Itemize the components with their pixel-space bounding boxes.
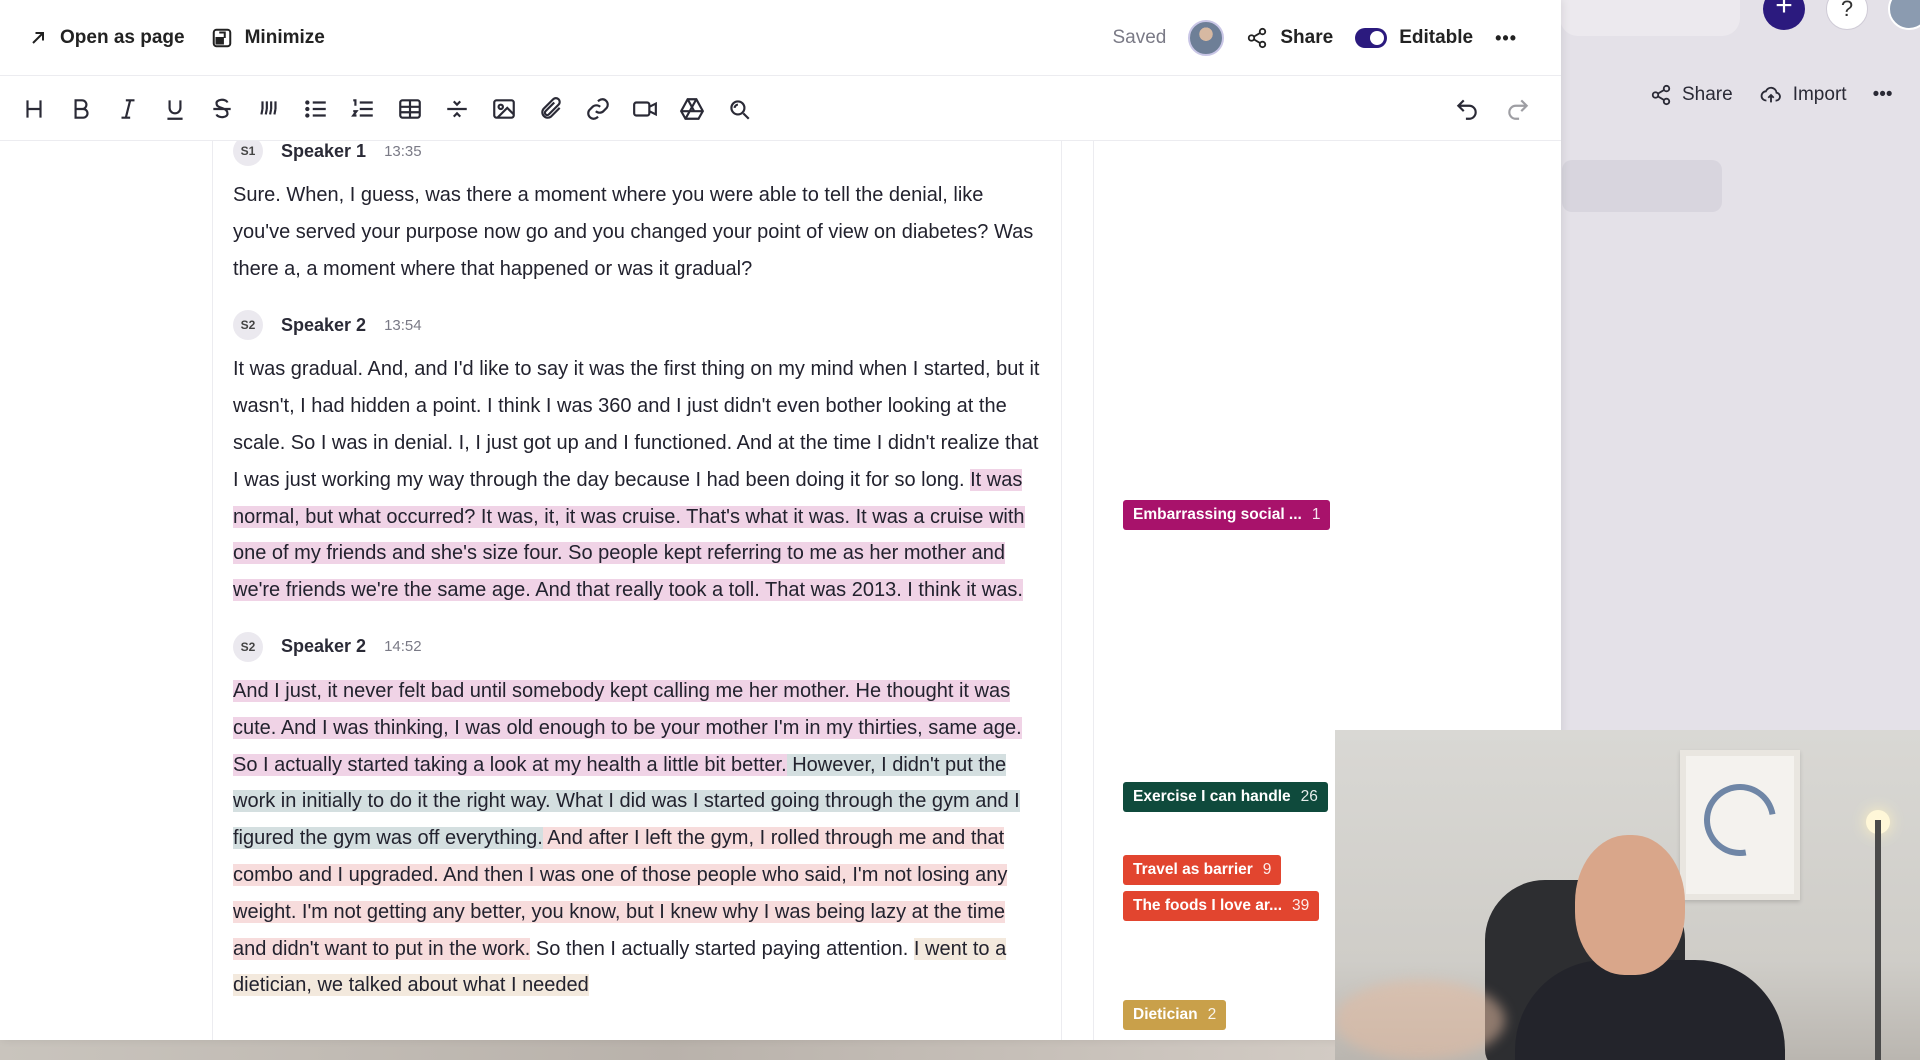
add-icon[interactable]: + — [1763, 0, 1805, 30]
background-search-bar[interactable] — [1560, 0, 1740, 36]
tag-foods-i-love[interactable]: The foods I love ar... 39 — [1123, 891, 1320, 921]
cloud-upload-icon — [1760, 86, 1781, 103]
transcript-block: S1 Speaker 1 13:35 Sure. When, I guess, … — [213, 141, 1061, 287]
help-icon[interactable]: ? — [1826, 0, 1868, 30]
tag-column-divider — [1093, 141, 1094, 1040]
tag-count: 26 — [1300, 788, 1318, 805]
user-avatar[interactable] — [1888, 0, 1920, 30]
tag-exercise[interactable]: Exercise I can handle 26 — [1123, 782, 1328, 812]
timestamp[interactable]: 13:35 — [384, 143, 422, 160]
bullet-list-icon[interactable] — [292, 89, 339, 129]
divider-icon[interactable] — [433, 89, 480, 129]
tag-count: 1 — [1311, 506, 1321, 523]
tag-count: 2 — [1207, 1006, 1217, 1023]
image-icon[interactable] — [480, 89, 527, 129]
text-segment: Sure. When, I guess, was there a moment … — [233, 184, 1034, 280]
background-more-icon[interactable]: ••• — [1873, 84, 1893, 106]
timestamp[interactable]: 14:52 — [384, 638, 422, 655]
table-icon[interactable] — [386, 89, 433, 129]
open-as-page-label: Open as page — [60, 26, 185, 48]
speaker-name[interactable]: Speaker 2 — [281, 315, 366, 336]
tag-count: 39 — [1292, 897, 1310, 914]
tag-dietician[interactable]: Dietician 2 — [1123, 1000, 1227, 1030]
transcript-block: S2 Speaker 2 13:54 It was gradual. And, … — [213, 307, 1061, 609]
speaker-face — [1575, 835, 1685, 975]
saved-status: Saved — [1112, 27, 1167, 48]
speaker-header: S2 Speaker 2 13:54 — [233, 307, 1043, 343]
share-label: Share — [1280, 27, 1334, 48]
find-replace-icon[interactable] — [715, 89, 762, 129]
minimize-label: Minimize — [244, 26, 325, 48]
speaker-name[interactable]: Speaker 1 — [281, 141, 366, 162]
background-share-button[interactable]: Share — [1650, 84, 1733, 106]
heading-icon[interactable] — [10, 89, 57, 129]
tag-label: Embarrassing social ... — [1133, 506, 1302, 523]
underline-icon[interactable] — [151, 89, 198, 129]
editable-toggle[interactable]: Editable — [1355, 27, 1473, 49]
share-button[interactable]: Share — [1246, 27, 1333, 49]
minimize-icon — [212, 28, 231, 47]
transcript-paragraph[interactable]: It was gradual. And, and I'd like to say… — [233, 351, 1043, 609]
formatting-toolbar — [0, 77, 1561, 141]
transcript-panel: Open as page Minimize Saved Share Editab… — [0, 0, 1561, 1040]
open-as-page-button[interactable]: Open as page — [28, 27, 185, 49]
speaker-header: S2 Speaker 2 14:52 — [233, 629, 1043, 665]
tag-label: Dietician — [1133, 1006, 1198, 1023]
speaker-badge: S2 — [233, 310, 263, 341]
quote-icon[interactable] — [245, 89, 292, 129]
tag-label: Exercise I can handle — [1133, 788, 1291, 805]
editable-label: Editable — [1399, 27, 1474, 48]
speaker-badge: S2 — [233, 631, 263, 662]
speaker-name[interactable]: Speaker 2 — [281, 636, 366, 657]
undo-icon[interactable] — [1443, 89, 1490, 129]
transcript-block: S2 Speaker 2 14:52 And I just, it never … — [213, 629, 1061, 1004]
background-actions: Share Import ••• — [1650, 84, 1893, 106]
strikethrough-icon[interactable] — [198, 89, 245, 129]
attachment-icon[interactable] — [527, 89, 574, 129]
collaborator-avatar[interactable] — [1188, 20, 1225, 56]
panel-header: Open as page Minimize Saved Share Editab… — [0, 0, 1561, 76]
background-placeholder — [1562, 160, 1722, 212]
drive-icon[interactable] — [668, 89, 715, 129]
video-icon[interactable] — [621, 89, 668, 129]
transcript-paragraph[interactable]: And I just, it never felt bad until some… — [233, 673, 1043, 1004]
link-icon[interactable] — [574, 89, 621, 129]
speaker-badge: S1 — [233, 141, 263, 166]
tag-label: The foods I love ar... — [1133, 897, 1283, 914]
wall-art — [1680, 750, 1800, 900]
transcript-paragraph[interactable]: Sure. When, I guess, was there a moment … — [233, 177, 1043, 287]
background-strip — [0, 1040, 1340, 1060]
more-options-icon[interactable]: ••• — [1495, 28, 1517, 49]
share-icon — [1651, 84, 1671, 106]
tag-travel-barrier[interactable]: Travel as barrier 9 — [1123, 855, 1282, 885]
share-icon — [1248, 27, 1267, 49]
italic-icon[interactable] — [104, 89, 151, 129]
redo-icon[interactable] — [1494, 89, 1541, 129]
import-button[interactable]: Import — [1759, 84, 1847, 106]
tag-embarrassing-social[interactable]: Embarrassing social ... 1 — [1123, 500, 1331, 530]
bold-icon[interactable] — [57, 89, 104, 129]
tag-count: 9 — [1262, 861, 1272, 878]
text-segment: It was gradual. And, and I'd like to say… — [233, 358, 1040, 491]
toggle-switch[interactable] — [1355, 28, 1388, 48]
minimize-button[interactable]: Minimize — [211, 27, 325, 49]
timestamp[interactable]: 13:54 — [384, 317, 422, 334]
numbered-list-icon[interactable] — [339, 89, 386, 129]
arrow-up-right-icon — [32, 31, 44, 44]
lamp-stand — [1875, 820, 1881, 1060]
speaker-body — [1515, 960, 1785, 1060]
speaker-hand — [1335, 980, 1505, 1060]
speaker-header: S1 Speaker 1 13:35 — [233, 141, 1043, 169]
transcript-body: S1 Speaker 1 13:35 Sure. When, I guess, … — [212, 141, 1062, 1040]
import-label: Import — [1792, 84, 1847, 105]
tag-label: Travel as barrier — [1133, 861, 1253, 878]
text-segment: So then I actually started paying attent… — [530, 937, 914, 960]
background-share-label: Share — [1682, 84, 1733, 105]
video-player[interactable] — [1335, 730, 1920, 1060]
